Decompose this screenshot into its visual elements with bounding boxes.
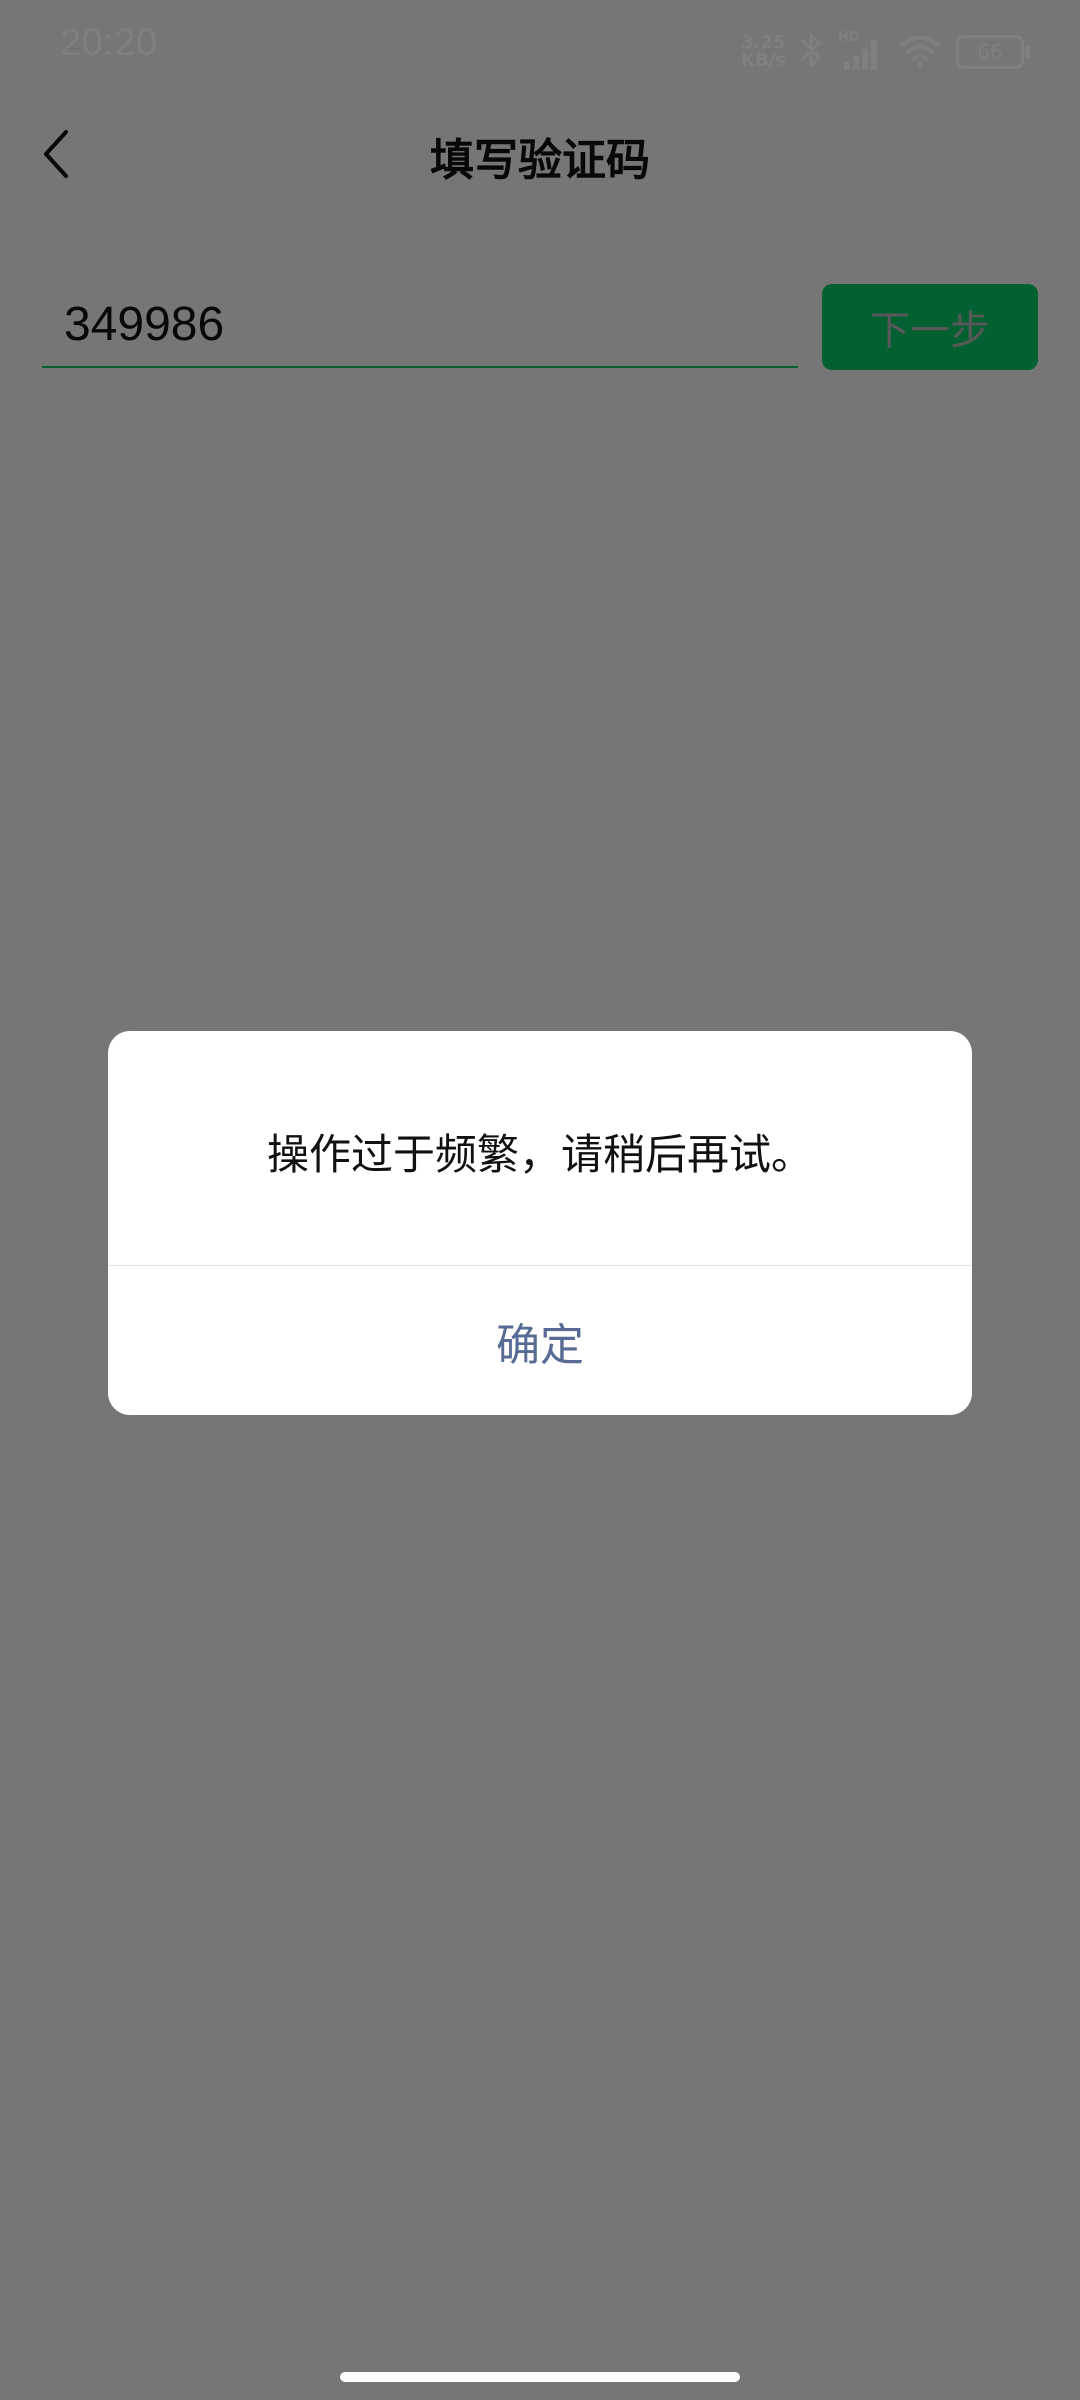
dialog-message: 操作过于频繁，请稍后再试。 (266, 1130, 813, 1179)
home-indicator[interactable] (340, 2372, 740, 2382)
alert-dialog: 操作过于频繁，请稍后再试。 确定 (108, 1031, 972, 1415)
confirm-button[interactable]: 确定 (108, 1266, 972, 1415)
